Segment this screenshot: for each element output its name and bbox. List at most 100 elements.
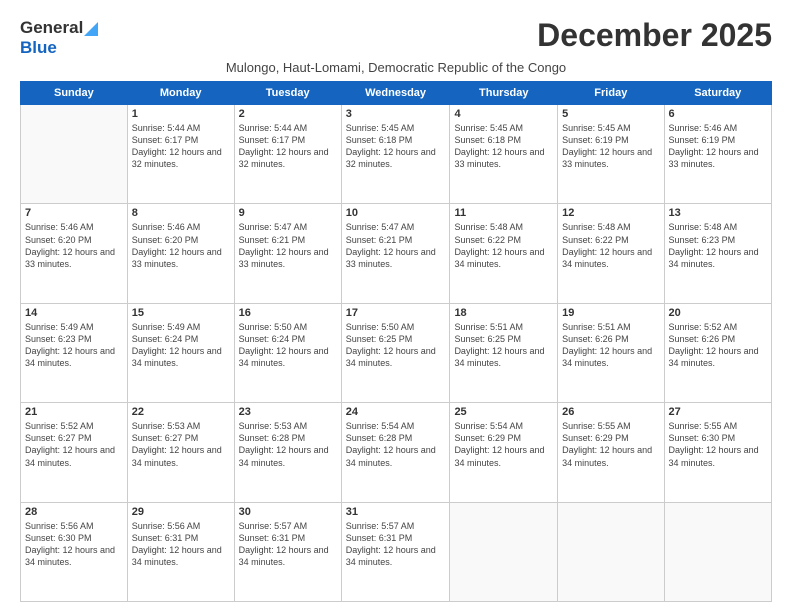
header-saturday: Saturday	[664, 82, 771, 105]
cell-day-number: 3	[346, 108, 446, 120]
calendar-week-2: 14 Sunrise: 5:49 AMSunset: 6:23 PMDayligh…	[21, 303, 772, 402]
table-row	[664, 502, 771, 601]
table-row: 22Sunrise: 5:53 AMSunset: 6:27 PMDayligh…	[127, 403, 234, 502]
table-row: 18 Sunrise: 5:51 AMSunset: 6:25 PMDayligh…	[450, 303, 558, 402]
cell-info: Sunrise: 5:49 AMSunset: 6:23 PMDaylight:…	[25, 321, 123, 370]
header-sunday: Sunday	[21, 82, 128, 105]
cell-info: Sunrise: 5:48 AMSunset: 6:22 PMDaylight:…	[454, 221, 553, 270]
cell-day-number: 12	[562, 207, 659, 219]
cell-info: Sunrise: 5:55 AMSunset: 6:30 PMDaylight:…	[669, 420, 767, 469]
table-row: 17 Sunrise: 5:50 AMSunset: 6:25 PMDayligh…	[341, 303, 450, 402]
logo-triangle-icon	[84, 22, 98, 36]
header-tuesday: Tuesday	[234, 82, 341, 105]
table-row: 15Sunrise: 5:49 AMSunset: 6:24 PMDayligh…	[127, 303, 234, 402]
cell-info: Sunrise: 5:53 AMSunset: 6:27 PMDaylight:…	[132, 420, 230, 469]
table-row: 12Sunrise: 5:48 AMSunset: 6:22 PMDayligh…	[558, 204, 664, 303]
table-row: 1 Sunrise: 5:44 AMSunset: 6:17 PMDaylight…	[127, 105, 234, 204]
cell-info: Sunrise: 5:55 AMSunset: 6:29 PMDaylight:…	[562, 420, 659, 469]
cell-day-number: 4	[454, 108, 553, 120]
logo-blue-text	[83, 18, 98, 38]
table-row: 11 Sunrise: 5:48 AMSunset: 6:22 PMDayligh…	[450, 204, 558, 303]
header-monday: Monday	[127, 82, 234, 105]
calendar-table: Sunday Monday Tuesday Wednesday Thursday…	[20, 81, 772, 602]
cell-day-number: 9	[239, 207, 337, 219]
cell-day-number: 27	[669, 406, 767, 418]
header-thursday: Thursday	[450, 82, 558, 105]
header-friday: Friday	[558, 82, 664, 105]
cell-info: Sunrise: 5:48 AMSunset: 6:23 PMDaylight:…	[669, 221, 767, 270]
calendar-week-4: 28Sunrise: 5:56 AMSunset: 6:30 PMDayligh…	[21, 502, 772, 601]
cell-info: Sunrise: 5:47 AMSunset: 6:21 PMDaylight:…	[239, 221, 337, 270]
table-row: 8 Sunrise: 5:46 AMSunset: 6:20 PMDaylight…	[127, 204, 234, 303]
table-row: 19 Sunrise: 5:51 AMSunset: 6:26 PMDayligh…	[558, 303, 664, 402]
cell-day-number: 21	[25, 406, 123, 418]
cell-info: Sunrise: 5:45 AMSunset: 6:19 PMDaylight:…	[562, 122, 659, 171]
cell-day-number: 1	[132, 108, 230, 120]
cell-day-number: 7	[25, 207, 123, 219]
table-row: 23 Sunrise: 5:53 AMSunset: 6:28 PMDayligh…	[234, 403, 341, 502]
calendar-week-0: 1 Sunrise: 5:44 AMSunset: 6:17 PMDaylight…	[21, 105, 772, 204]
cell-info: Sunrise: 5:52 AMSunset: 6:27 PMDaylight:…	[25, 420, 123, 469]
cell-info: Sunrise: 5:44 AMSunset: 6:17 PMDaylight:…	[132, 122, 230, 171]
cell-info: Sunrise: 5:54 AMSunset: 6:28 PMDaylight:…	[346, 420, 446, 469]
cell-day-number: 31	[346, 506, 446, 518]
table-row: 29Sunrise: 5:56 AMSunset: 6:31 PMDayligh…	[127, 502, 234, 601]
logo-general-text: General	[20, 18, 83, 38]
cell-info: Sunrise: 5:47 AMSunset: 6:21 PMDaylight:…	[346, 221, 446, 270]
calendar-week-1: 7 Sunrise: 5:46 AMSunset: 6:20 PMDaylight…	[21, 204, 772, 303]
table-row: 10 Sunrise: 5:47 AMSunset: 6:21 PMDayligh…	[341, 204, 450, 303]
page: General Blue December 2025 Mulongo, Haut…	[0, 0, 792, 612]
header: General Blue December 2025	[20, 18, 772, 58]
cell-day-number: 13	[669, 207, 767, 219]
cell-day-number: 2	[239, 108, 337, 120]
cell-day-number: 26	[562, 406, 659, 418]
table-row: 24 Sunrise: 5:54 AMSunset: 6:28 PMDayligh…	[341, 403, 450, 502]
cell-info: Sunrise: 5:57 AMSunset: 6:31 PMDaylight:…	[239, 520, 337, 569]
table-row: 6Sunrise: 5:46 AMSunset: 6:19 PMDaylight…	[664, 105, 771, 204]
cell-day-number: 30	[239, 506, 337, 518]
cell-info: Sunrise: 5:45 AMSunset: 6:18 PMDaylight:…	[346, 122, 446, 171]
logo: General Blue	[20, 18, 98, 58]
cell-info: Sunrise: 5:44 AMSunset: 6:17 PMDaylight:…	[239, 122, 337, 171]
header-wednesday: Wednesday	[341, 82, 450, 105]
table-row: 28Sunrise: 5:56 AMSunset: 6:30 PMDayligh…	[21, 502, 128, 601]
logo-blue-word: Blue	[20, 38, 57, 58]
main-title: December 2025	[537, 18, 772, 53]
table-row: 2 Sunrise: 5:44 AMSunset: 6:17 PMDaylight…	[234, 105, 341, 204]
table-row: 31 Sunrise: 5:57 AMSunset: 6:31 PMDayligh…	[341, 502, 450, 601]
cell-day-number: 20	[669, 307, 767, 319]
table-row	[21, 105, 128, 204]
cell-info: Sunrise: 5:52 AMSunset: 6:26 PMDaylight:…	[669, 321, 767, 370]
cell-day-number: 16	[239, 307, 337, 319]
table-row: 21 Sunrise: 5:52 AMSunset: 6:27 PMDayligh…	[21, 403, 128, 502]
cell-info: Sunrise: 5:51 AMSunset: 6:26 PMDaylight:…	[562, 321, 659, 370]
table-row: 25Sunrise: 5:54 AMSunset: 6:29 PMDayligh…	[450, 403, 558, 502]
cell-day-number: 5	[562, 108, 659, 120]
table-row: 16 Sunrise: 5:50 AMSunset: 6:24 PMDayligh…	[234, 303, 341, 402]
table-row: 26 Sunrise: 5:55 AMSunset: 6:29 PMDayligh…	[558, 403, 664, 502]
cell-info: Sunrise: 5:50 AMSunset: 6:25 PMDaylight:…	[346, 321, 446, 370]
cell-day-number: 8	[132, 207, 230, 219]
cell-info: Sunrise: 5:50 AMSunset: 6:24 PMDaylight:…	[239, 321, 337, 370]
table-row: 3 Sunrise: 5:45 AMSunset: 6:18 PMDaylight…	[341, 105, 450, 204]
table-row: 5 Sunrise: 5:45 AMSunset: 6:19 PMDaylight…	[558, 105, 664, 204]
cell-info: Sunrise: 5:46 AMSunset: 6:20 PMDaylight:…	[132, 221, 230, 270]
cell-day-number: 23	[239, 406, 337, 418]
table-row: 13 Sunrise: 5:48 AMSunset: 6:23 PMDayligh…	[664, 204, 771, 303]
subtitle: Mulongo, Haut-Lomami, Democratic Republi…	[20, 60, 772, 75]
cell-info: Sunrise: 5:51 AMSunset: 6:25 PMDaylight:…	[454, 321, 553, 370]
cell-info: Sunrise: 5:56 AMSunset: 6:30 PMDaylight:…	[25, 520, 123, 569]
cell-day-number: 19	[562, 307, 659, 319]
calendar-week-3: 21 Sunrise: 5:52 AMSunset: 6:27 PMDayligh…	[21, 403, 772, 502]
cell-info: Sunrise: 5:46 AMSunset: 6:20 PMDaylight:…	[25, 221, 123, 270]
cell-day-number: 17	[346, 307, 446, 319]
cell-info: Sunrise: 5:53 AMSunset: 6:28 PMDaylight:…	[239, 420, 337, 469]
cell-day-number: 10	[346, 207, 446, 219]
cell-day-number: 14	[25, 307, 123, 319]
cell-info: Sunrise: 5:57 AMSunset: 6:31 PMDaylight:…	[346, 520, 446, 569]
cell-day-number: 29	[132, 506, 230, 518]
cell-day-number: 24	[346, 406, 446, 418]
cell-day-number: 25	[454, 406, 553, 418]
cell-day-number: 11	[454, 207, 553, 219]
cell-day-number: 18	[454, 307, 553, 319]
